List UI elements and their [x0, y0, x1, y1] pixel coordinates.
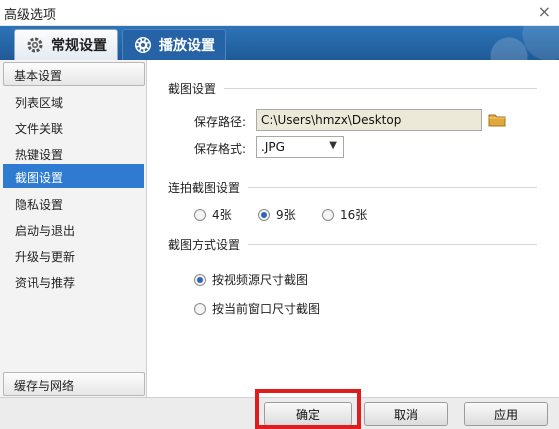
- ok-button[interactable]: 确定: [264, 402, 352, 426]
- tab-bar-decoration: [359, 26, 559, 60]
- radio-capture-video-size-label: 按视频源尺寸截图: [212, 273, 309, 287]
- radio-burst-16-label: 16张: [340, 208, 368, 222]
- sidebar-footer-cache-network[interactable]: 缓存与网络: [3, 372, 145, 396]
- title-bar: 高级选项 ×: [0, 0, 559, 26]
- sidebar-item-news[interactable]: 资讯与推荐: [3, 269, 144, 293]
- sidebar-item-file-association[interactable]: 文件关联: [3, 115, 144, 139]
- folder-icon[interactable]: [488, 112, 506, 128]
- sidebar-item-startup-exit[interactable]: 启动与退出: [3, 217, 144, 241]
- radio-button-selected-icon: [194, 273, 206, 286]
- radio-burst-16[interactable]: 16张: [322, 206, 367, 223]
- sidebar-item-hotkeys[interactable]: 热键设置: [3, 141, 144, 165]
- chevron-down-icon: ▼: [329, 140, 337, 151]
- radio-burst-9-label: 9张: [276, 208, 296, 222]
- save-format-label: 保存格式:: [194, 142, 247, 156]
- tab-playback-label: 播放设置: [159, 38, 215, 54]
- tab-bar: 常规设置 播放设置: [0, 26, 559, 60]
- section-title-burst: 连拍截图设置: [168, 181, 241, 195]
- sidebar-header-basic-settings[interactable]: 基本设置: [3, 62, 145, 86]
- radio-burst-9[interactable]: 9张: [258, 206, 296, 223]
- section-title-screenshot: 截图设置: [168, 82, 217, 96]
- radio-capture-window-size-label: 按当前窗口尺寸截图: [212, 302, 321, 316]
- tab-playback-settings[interactable]: 播放设置: [122, 29, 226, 60]
- settings-panel: 截图设置 保存路径: C:\Users\hmzx\Desktop 保存格式: .…: [148, 60, 559, 397]
- radio-burst-4-label: 4张: [212, 208, 232, 222]
- sidebar-item-screenshot[interactable]: 截图设置: [3, 164, 144, 188]
- close-icon[interactable]: ×: [538, 2, 551, 22]
- save-path-label: 保存路径:: [194, 115, 247, 129]
- save-format-select[interactable]: .JPG ▼: [256, 136, 344, 158]
- radio-button-icon: [322, 208, 334, 221]
- apply-button[interactable]: 应用: [464, 402, 548, 426]
- radio-button-icon: [194, 302, 206, 315]
- radio-capture-window-size[interactable]: 按当前窗口尺寸截图: [194, 300, 320, 317]
- window-title: 高级选项: [4, 8, 57, 23]
- sidebar-item-upgrade[interactable]: 升级与更新: [3, 243, 144, 267]
- section-divider: [224, 88, 537, 89]
- cancel-button[interactable]: 取消: [364, 402, 448, 426]
- tab-general-label: 常规设置: [51, 38, 107, 54]
- save-format-value: .JPG: [261, 140, 285, 154]
- sidebar: 基本设置 列表区域 文件关联 热键设置 截图设置 隐私设置 启动与退出 升级与更…: [0, 60, 147, 397]
- save-path-field[interactable]: C:\Users\hmzx\Desktop: [256, 109, 482, 131]
- section-divider: [248, 187, 537, 188]
- dialog-button-bar: 确定 取消 应用: [0, 397, 559, 429]
- radio-burst-4[interactable]: 4张: [194, 206, 232, 223]
- radio-capture-video-size[interactable]: 按视频源尺寸截图: [194, 271, 308, 288]
- play-settings-icon: [133, 35, 153, 55]
- radio-button-selected-icon: [258, 208, 270, 221]
- section-divider: [248, 244, 537, 245]
- tab-general-settings[interactable]: 常规设置: [14, 29, 118, 60]
- radio-button-icon: [194, 208, 206, 221]
- sidebar-item-list-area[interactable]: 列表区域: [3, 89, 144, 113]
- gear-icon: [25, 35, 45, 55]
- section-title-capture-mode: 截图方式设置: [168, 238, 241, 252]
- sidebar-item-privacy[interactable]: 隐私设置: [3, 191, 144, 215]
